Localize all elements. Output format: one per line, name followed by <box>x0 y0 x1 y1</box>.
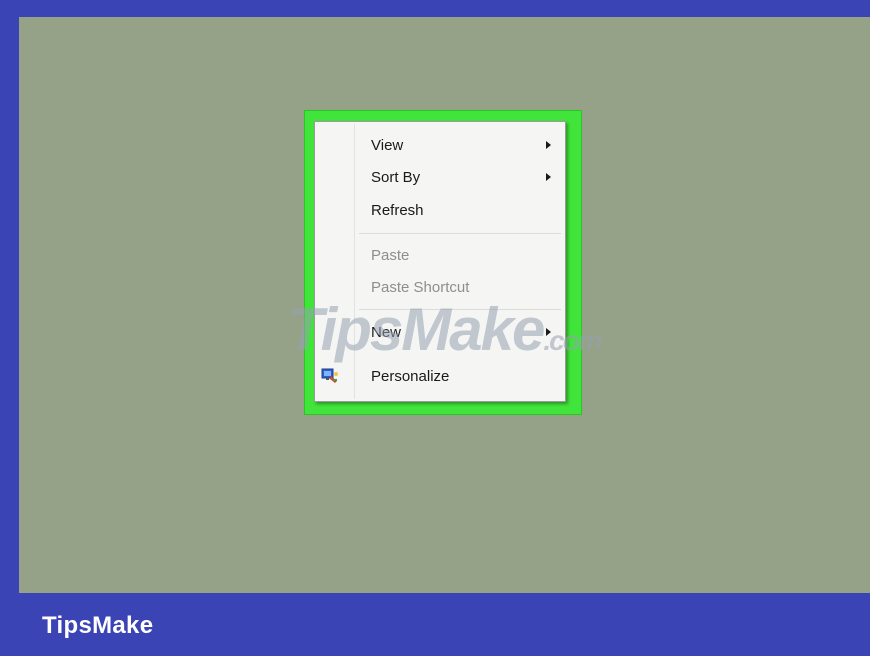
menu-item-label: Paste <box>371 246 410 264</box>
menu-item-sort-by[interactable]: Sort By <box>317 162 563 192</box>
menu-item-label: Paste Shortcut <box>371 278 470 296</box>
desktop-context-menu: View Sort By Refresh Paste Paste Shortcu… <box>314 121 566 402</box>
submenu-arrow-icon <box>546 328 551 336</box>
menu-item-label: New <box>371 323 402 341</box>
menu-separator <box>359 233 561 234</box>
submenu-arrow-icon <box>546 141 551 149</box>
menu-item-label: View <box>371 136 404 154</box>
menu-item-new[interactable]: New <box>317 317 563 347</box>
menu-item-label: Refresh <box>371 201 424 219</box>
brand-label: TipsMake <box>42 612 154 639</box>
personalize-icon <box>321 368 338 383</box>
submenu-arrow-icon <box>546 173 551 181</box>
menu-item-label: Personalize <box>371 367 450 385</box>
image-frame: View Sort By Refresh Paste Paste Shortcu… <box>0 0 870 656</box>
menu-item-refresh[interactable]: Refresh <box>317 195 563 225</box>
menu-item-label: Sort By <box>371 168 421 186</box>
menu-item-personalize[interactable]: Personalize <box>317 361 563 391</box>
menu-item-paste[interactable]: Paste <box>317 240 563 270</box>
menu-separator <box>359 309 561 310</box>
menu-item-view[interactable]: View <box>317 130 563 160</box>
menu-item-paste-shortcut[interactable]: Paste Shortcut <box>317 272 563 302</box>
